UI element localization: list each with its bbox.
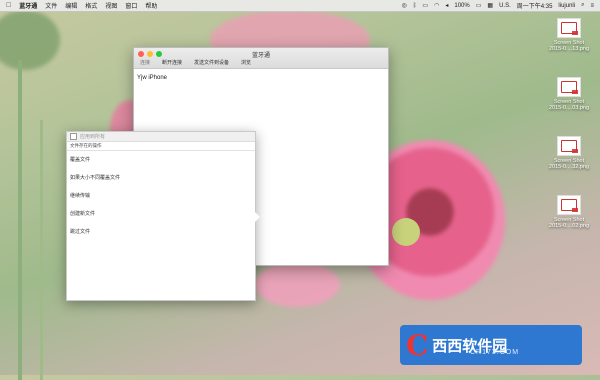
battery-icon[interactable]: ▭ <box>476 2 482 9</box>
background-stem <box>18 60 22 380</box>
volume-icon[interactable]: ◂ <box>445 2 448 9</box>
window-title: 蓝牙通 <box>251 53 270 59</box>
screenshot-thumbnail-icon <box>557 18 581 38</box>
menu-help[interactable]: 帮助 <box>145 1 157 10</box>
flag-icon[interactable]: ▦ <box>487 2 493 9</box>
bluetooth-icon[interactable]: ᛒ <box>413 3 417 9</box>
status-app-icon[interactable]: ◎ <box>402 2 407 9</box>
app-menu[interactable]: 蓝牙通 <box>19 1 37 10</box>
file-name-line2: 2015-0....32.png <box>548 164 590 170</box>
option-create-new[interactable]: 创建新文件 <box>67 205 255 223</box>
option-overwrite[interactable]: 覆盖文件 <box>67 151 255 169</box>
background-stem <box>40 120 43 380</box>
popover-arrow <box>255 212 260 222</box>
desktop-file-icon[interactable]: Screen Shot 2015-0....13.png <box>545 18 593 52</box>
notification-center-icon[interactable]: ≡ <box>590 3 594 9</box>
screenshot-thumbnail-icon <box>557 77 581 97</box>
input-source[interactable]: U.S. <box>499 3 511 9</box>
file-exists-popover: 应用到所有 文件存在的操作 覆盖文件 如果大小不同覆盖文件 继续传输 创建新文件… <box>66 131 260 301</box>
browse-button[interactable]: 浏览 <box>241 59 251 67</box>
file-name-line2: 2015-0....03.png <box>548 105 590 111</box>
watermark-url: CR173.COM <box>470 349 520 356</box>
popover-caption: 文件存在的操作 <box>67 142 255 151</box>
desktop-file-icon[interactable]: Screen Shot 2015-0....32.png <box>545 136 593 170</box>
option-resume[interactable]: 继续传输 <box>67 187 255 205</box>
disconnect-button[interactable]: 断开连接 <box>162 59 182 67</box>
device-list-item[interactable]: Yjw iPhone <box>137 75 167 81</box>
option-overwrite-if-size-differs[interactable]: 如果大小不同覆盖文件 <box>67 169 255 187</box>
site-watermark: C 西西软件园 CR173.COM <box>400 325 582 365</box>
send-file-button[interactable]: 发送文件到设备 <box>194 59 229 67</box>
apply-all-checkbox[interactable] <box>70 133 77 140</box>
airplay-icon[interactable]: ▭ <box>422 2 428 9</box>
desktop-file-icon[interactable]: Screen Shot 2015-0....03.png <box>545 77 593 111</box>
clock[interactable]: 周一下午4:35 <box>517 1 553 10</box>
file-name-line2: 2015-0....13.png <box>548 46 590 52</box>
menu-view[interactable]: 视图 <box>105 1 117 10</box>
menu-file[interactable]: 文件 <box>45 1 57 10</box>
watermark-logo-icon: C <box>406 328 429 362</box>
wifi-icon[interactable]: ◠ <box>434 2 439 9</box>
background-poppy-pod <box>0 10 60 70</box>
user-menu[interactable]: liujunli <box>558 3 575 9</box>
menu-window[interactable]: 窗口 <box>125 1 137 10</box>
title-bar[interactable]: 蓝牙通 连接 断开连接 发送文件到设备 浏览 <box>134 48 388 69</box>
option-skip[interactable]: 跳过文件 <box>67 223 255 241</box>
menu-format[interactable]: 格式 <box>85 1 97 10</box>
battery-percent[interactable]: 100% <box>454 3 469 9</box>
background-flower <box>255 262 340 307</box>
background-flower-center <box>392 218 420 246</box>
screenshot-thumbnail-icon <box>557 136 581 156</box>
connect-button[interactable]: 连接 <box>140 59 150 67</box>
spotlight-icon[interactable]: ⌕ <box>581 2 584 9</box>
menu-bar:  蓝牙通 文件 编辑 格式 视图 窗口 帮助 ◎ ᛒ ▭ ◠ ◂ 100% ▭… <box>0 0 600 12</box>
menu-edit[interactable]: 编辑 <box>65 1 77 10</box>
toolbar: 连接 断开连接 发送文件到设备 浏览 <box>134 59 388 67</box>
screenshot-thumbnail-icon <box>557 195 581 215</box>
apply-all-row[interactable]: 应用到所有 <box>67 132 255 142</box>
file-name-line2: 2015-0....02.png <box>548 223 590 229</box>
apply-all-label: 应用到所有 <box>80 134 106 140</box>
desktop-file-icon[interactable]: Screen Shot 2015-0....02.png <box>545 195 593 229</box>
apple-menu-icon[interactable]:  <box>6 2 11 9</box>
